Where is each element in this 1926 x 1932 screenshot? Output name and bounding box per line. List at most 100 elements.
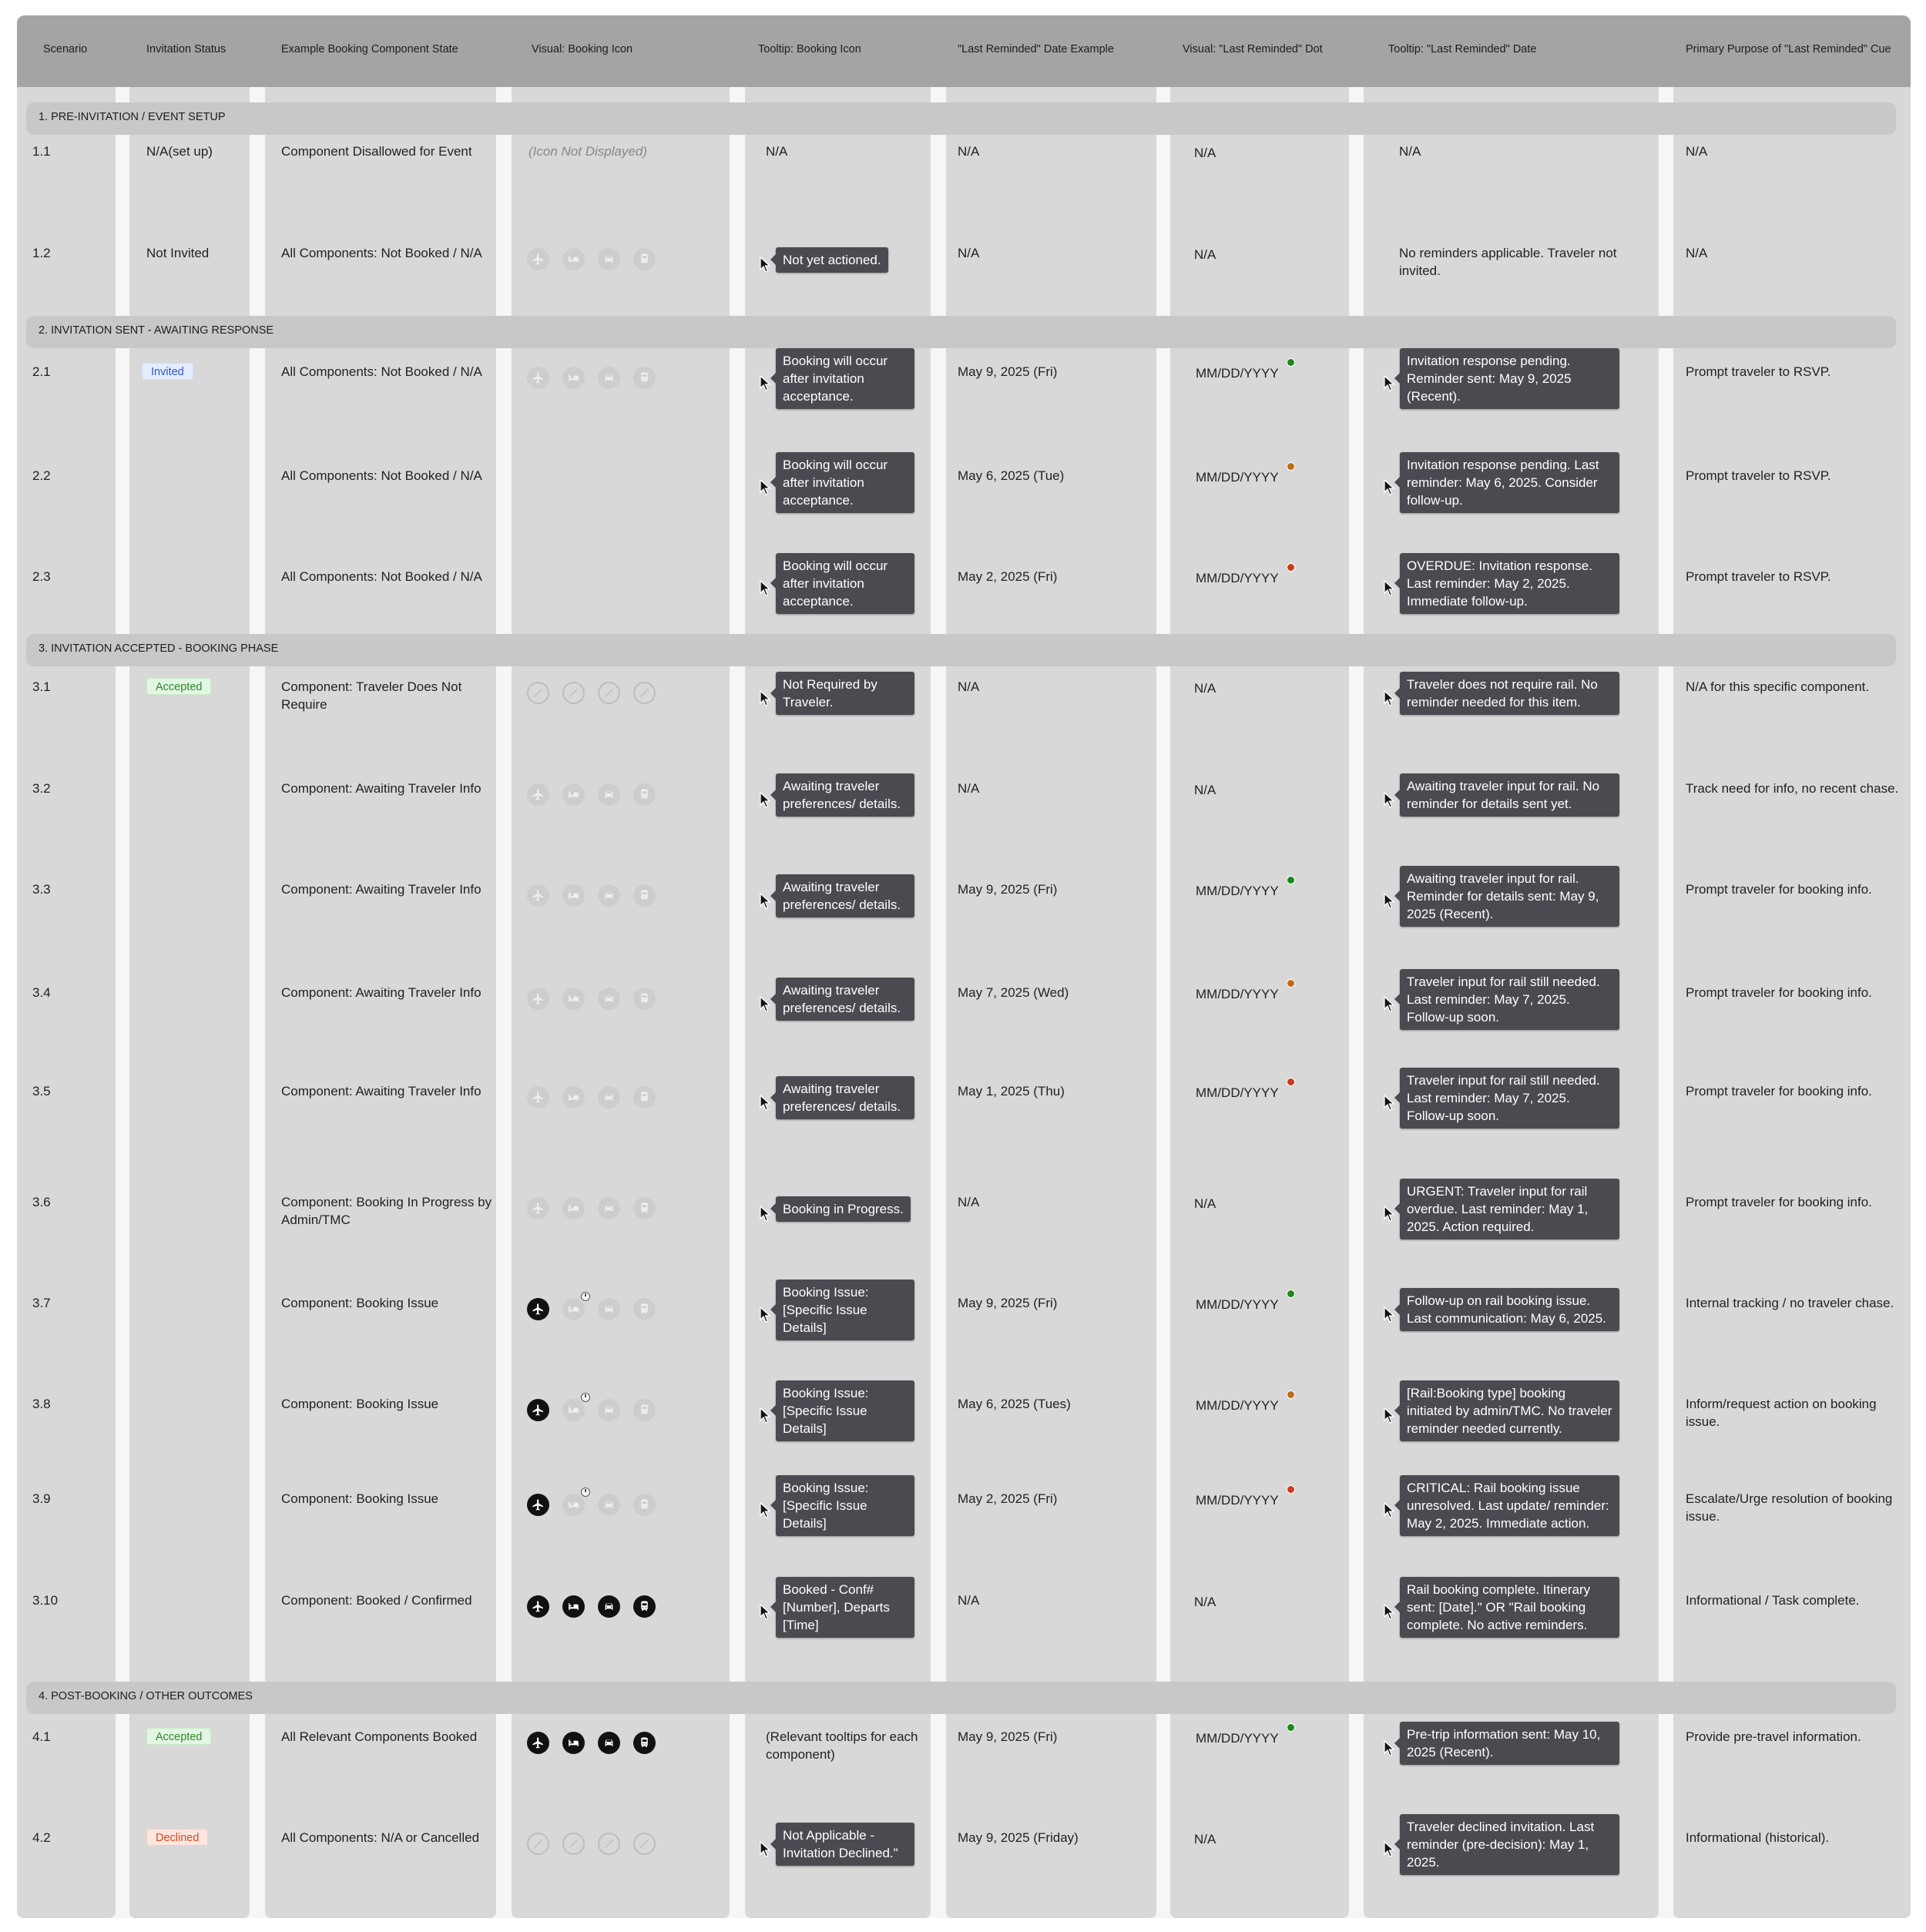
hotel-bed-icon[interactable] [562, 248, 585, 270]
component-state: All Components: N/A or Cancelled [281, 1830, 480, 1845]
hotel-bed-icon[interactable] [562, 1488, 590, 1516]
last-reminded-tooltip: [Rail:Booking type] booking initiated by… [1394, 1380, 1619, 1441]
hotel-bed-icon[interactable] [562, 1833, 585, 1855]
cursor-pointer-icon [760, 689, 772, 707]
airplane-icon[interactable] [527, 1595, 549, 1618]
airplane-icon[interactable] [527, 1494, 549, 1516]
header-visual-dot: Visual: "Last Reminded" Dot [1183, 43, 1323, 55]
section-title: 4. POST-BOOKING / OTHER OUTCOMES [39, 1690, 253, 1702]
cursor-pointer-icon [1384, 1840, 1396, 1858]
hotel-bed-icon[interactable] [562, 884, 585, 907]
last-reminded-tooltip: URGENT: Traveler input for rail overdue.… [1394, 1178, 1619, 1239]
airplane-icon[interactable] [527, 884, 549, 907]
primary-purpose: Provide pre-travel information. [1686, 1729, 1861, 1744]
scenario-id: 3.5 [32, 1084, 51, 1098]
cursor-pointer-icon [760, 995, 772, 1013]
hotel-bed-icon[interactable] [562, 988, 585, 1010]
hotel-bed-icon[interactable] [562, 1197, 585, 1219]
last-reminded-value: MM/DD/YYYY [1196, 1085, 1279, 1100]
car-icon[interactable] [598, 1086, 620, 1109]
scenario-id: 3.9 [32, 1491, 51, 1506]
header-tooltip-icon: Tooltip: Booking Icon [758, 43, 861, 55]
train-icon[interactable] [633, 1086, 656, 1109]
last-reminded-tooltip: Awaiting traveler input for rail. No rem… [1394, 773, 1619, 817]
car-icon[interactable] [598, 682, 620, 704]
header-scenario: Scenario [43, 43, 88, 55]
airplane-icon[interactable] [527, 1732, 549, 1754]
hotel-bed-icon[interactable] [562, 367, 585, 389]
train-icon[interactable] [633, 1494, 656, 1516]
primary-purpose: Prompt traveler for booking info. [1686, 1084, 1872, 1098]
last-reminded-tooltip: CRITICAL: Rail booking issue unresolved.… [1394, 1474, 1619, 1536]
hotel-bed-icon[interactable] [562, 1292, 590, 1320]
car-icon[interactable] [598, 884, 620, 907]
scenario-id: 3.1 [32, 679, 51, 694]
car-icon[interactable] [598, 1732, 620, 1754]
car-icon[interactable] [598, 1595, 620, 1618]
primary-purpose: N/A for this specific component. [1686, 679, 1870, 694]
cursor-pointer-icon [760, 374, 772, 392]
car-icon[interactable] [598, 1197, 620, 1219]
last-reminded-tooltip: Invitation response pending. Reminder se… [1394, 347, 1619, 409]
column-scenario-bg [17, 87, 116, 1918]
car-icon[interactable] [598, 783, 620, 806]
car-icon[interactable] [598, 248, 620, 270]
hotel-bed-icon[interactable] [562, 783, 585, 806]
section-header [26, 634, 1896, 666]
last-reminded-tooltip: Traveler input for rail still needed. La… [1394, 1067, 1619, 1129]
car-icon[interactable] [598, 367, 620, 389]
last-reminded-value: MM/DD/YYYY [1196, 1398, 1279, 1413]
reminder-status-dot [1287, 462, 1295, 471]
component-state: All Components: Not Booked / N/A [281, 569, 482, 584]
last-reminded-date: N/A [958, 781, 980, 796]
train-icon[interactable] [633, 248, 656, 270]
component-state: Component: Booking In Progress by Admin/… [281, 1195, 492, 1227]
last-reminded-date: May 6, 2025 (Tues) [958, 1397, 1071, 1411]
airplane-icon[interactable] [527, 682, 549, 704]
last-reminded-date: May 9, 2025 (Fri) [958, 882, 1058, 897]
airplane-icon[interactable] [527, 1086, 549, 1109]
booking-icons [527, 1833, 681, 1856]
booking-icons [527, 367, 681, 390]
airplane-icon[interactable] [527, 1833, 549, 1855]
airplane-icon[interactable] [527, 988, 549, 1010]
car-icon[interactable] [598, 1399, 620, 1421]
airplane-icon[interactable] [527, 248, 549, 270]
primary-purpose: Informational / Task complete. [1686, 1593, 1860, 1608]
cursor-pointer-icon [760, 791, 772, 809]
airplane-icon[interactable] [527, 1298, 549, 1320]
train-icon[interactable] [633, 1399, 656, 1421]
airplane-icon[interactable] [527, 1399, 549, 1421]
airplane-icon[interactable] [527, 367, 549, 389]
section-header [26, 102, 1896, 135]
hotel-bed-icon[interactable] [562, 682, 585, 704]
train-icon[interactable] [633, 1732, 656, 1754]
train-icon[interactable] [633, 988, 656, 1010]
train-icon[interactable] [633, 1298, 656, 1320]
airplane-icon[interactable] [527, 783, 549, 806]
train-icon[interactable] [633, 783, 656, 806]
train-icon[interactable] [633, 367, 656, 389]
booking-icons [527, 248, 681, 271]
hotel-bed-icon[interactable] [562, 1086, 585, 1109]
train-icon[interactable] [633, 1197, 656, 1219]
last-reminded-tooltip-text: N/A [1399, 144, 1421, 159]
car-icon[interactable] [598, 1298, 620, 1320]
car-icon[interactable] [598, 1833, 620, 1855]
train-icon[interactable] [633, 1595, 656, 1618]
last-reminded-tooltip: Awaiting traveler input for rail. Remind… [1394, 865, 1619, 927]
train-icon[interactable] [633, 1833, 656, 1855]
hotel-bed-icon[interactable] [562, 1732, 585, 1754]
car-icon[interactable] [598, 1494, 620, 1516]
primary-purpose: Prompt traveler to RSVP. [1686, 364, 1831, 379]
section-title: 3. INVITATION ACCEPTED - BOOKING PHASE [39, 642, 279, 655]
hotel-bed-icon[interactable] [562, 1393, 590, 1421]
hotel-bed-icon[interactable] [562, 1595, 585, 1618]
airplane-icon[interactable] [527, 1197, 549, 1219]
last-reminded-date: N/A [958, 246, 980, 260]
last-reminded-tooltip: Traveler does not require rail. No remin… [1394, 672, 1619, 715]
component-state: Component: Booking Issue [281, 1296, 439, 1310]
train-icon[interactable] [633, 884, 656, 907]
car-icon[interactable] [598, 988, 620, 1010]
train-icon[interactable] [633, 682, 656, 704]
